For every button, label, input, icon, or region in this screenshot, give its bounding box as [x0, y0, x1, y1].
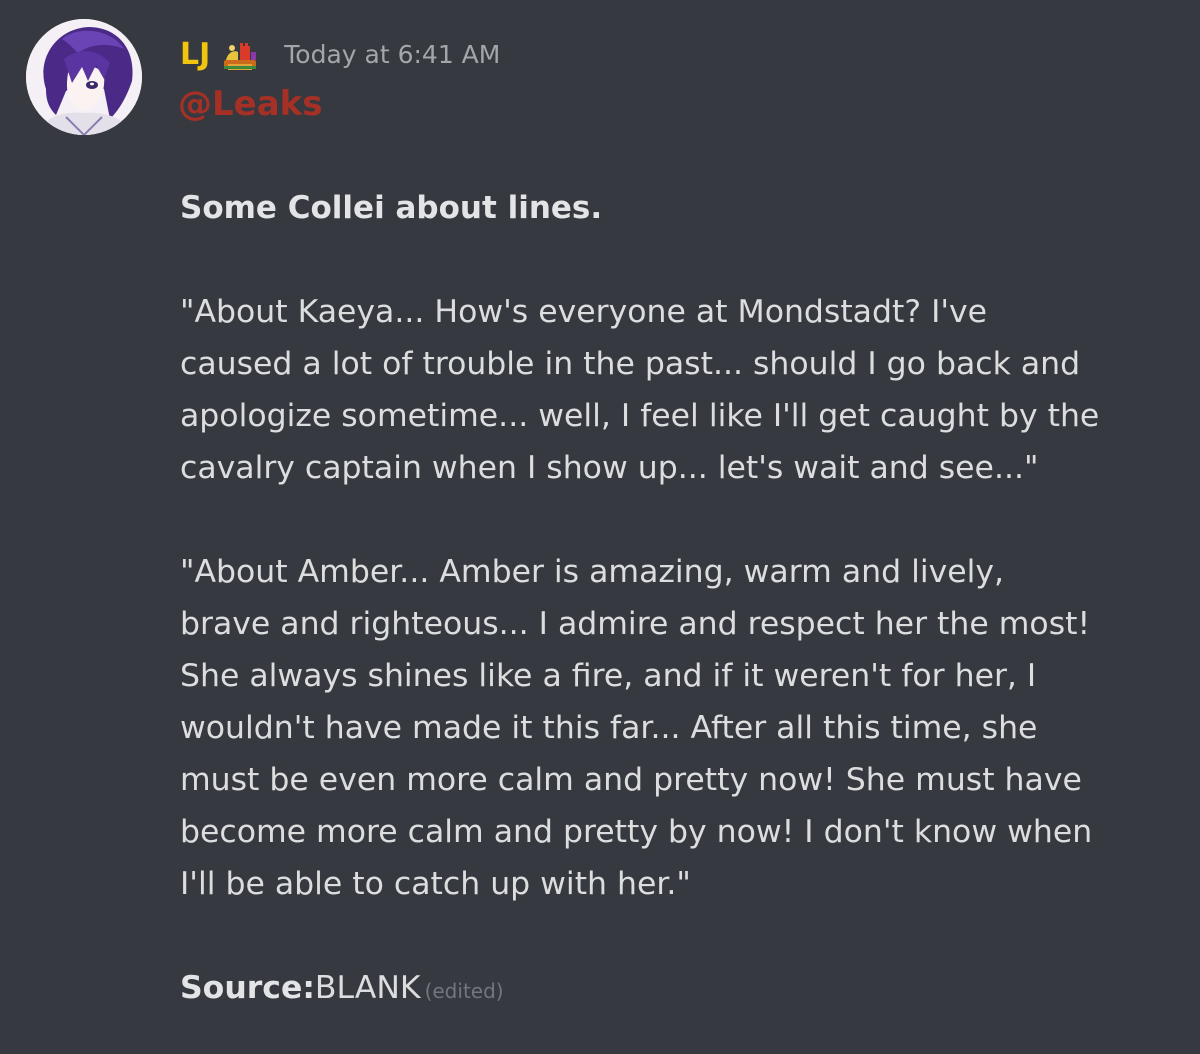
text-line: I'll be able to catch up with her.": [180, 866, 691, 902]
text-line: wouldn't have made it this far... After …: [180, 710, 1038, 746]
message-header: LJ Today at 6:41 AM: [180, 30, 500, 80]
text-line: "About Amber... Amber is amazing, warm a…: [180, 554, 1005, 590]
text-line: must be even more calm and pretty now! S…: [180, 762, 1082, 798]
role-mention[interactable]: @Leaks: [178, 80, 323, 128]
quote-paragraph-kaeya: "About Kaeya... How's everyone at Mondst…: [180, 286, 1180, 494]
source-label: Source:: [180, 970, 315, 1006]
quote-paragraph-amber: "About Amber... Amber is amazing, warm a…: [180, 546, 1180, 910]
text-line: apologize sometime... well, I feel like …: [180, 398, 1100, 434]
avatar-image: [26, 19, 142, 135]
edited-indicator[interactable]: (edited): [425, 979, 504, 1003]
source-line: Source:BLANK (edited): [180, 962, 1180, 1017]
source-value: BLANK: [314, 970, 421, 1006]
message-content: Some Collei about lines. "About Kaeya...…: [180, 182, 1180, 1017]
text-line: "About Kaeya... How's everyone at Mondst…: [180, 294, 988, 330]
text-line: She always shines like a fire, and if it…: [180, 658, 1037, 694]
author-name[interactable]: LJ: [180, 30, 210, 80]
message-heading: Some Collei about lines.: [180, 190, 603, 226]
trophy-castle-icon: [220, 38, 260, 72]
avatar[interactable]: [26, 19, 142, 135]
text-line: become more calm and pretty by now! I do…: [180, 814, 1093, 850]
text-line: brave and righteous... I admire and resp…: [180, 606, 1091, 642]
text-line: caused a lot of trouble in the past... s…: [180, 346, 1081, 382]
text-line: cavalry captain when I show up... let's …: [180, 450, 1039, 486]
message-timestamp[interactable]: Today at 6:41 AM: [284, 30, 500, 80]
chat-message: LJ Today at 6:41 AM @Leaks Some Collei a…: [0, 0, 1200, 1054]
